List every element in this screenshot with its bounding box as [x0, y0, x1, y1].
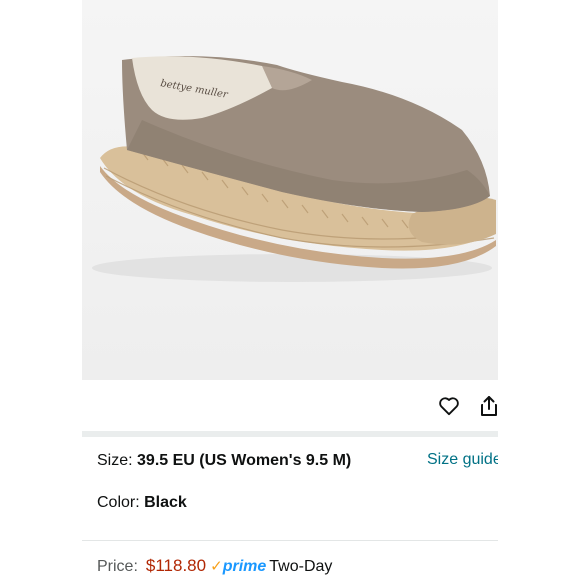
delivery-speed: Two-Day — [269, 558, 333, 575]
price-value: $118.80 — [145, 556, 207, 575]
size-row[interactable]: Size: 39.5 EU (US Women's 9.5 M) — [97, 451, 351, 471]
price-label: Price: — [97, 558, 138, 575]
section-divider — [82, 431, 498, 437]
price-row: Price: $118.80 ✓prime Two-Day — [97, 556, 332, 576]
share-icon[interactable] — [477, 394, 501, 418]
prime-check-icon: ✓ — [210, 558, 223, 575]
heart-icon[interactable] — [437, 394, 461, 418]
size-guide-link[interactable]: Size guide — [427, 451, 498, 469]
color-label: Color: — [97, 494, 145, 511]
size-label: Size: — [97, 452, 138, 469]
color-value: Black — [144, 494, 187, 511]
prime-badge: prime — [222, 558, 267, 575]
image-action-bar — [82, 380, 498, 430]
product-image[interactable]: bettye muller — [82, 0, 498, 380]
espadrille-shoe-illustration: bettye muller — [92, 56, 496, 282]
size-value: 39.5 EU (US Women's 9.5 M) — [137, 452, 352, 469]
row-divider — [82, 540, 498, 541]
color-row[interactable]: Color: Black — [97, 493, 187, 513]
